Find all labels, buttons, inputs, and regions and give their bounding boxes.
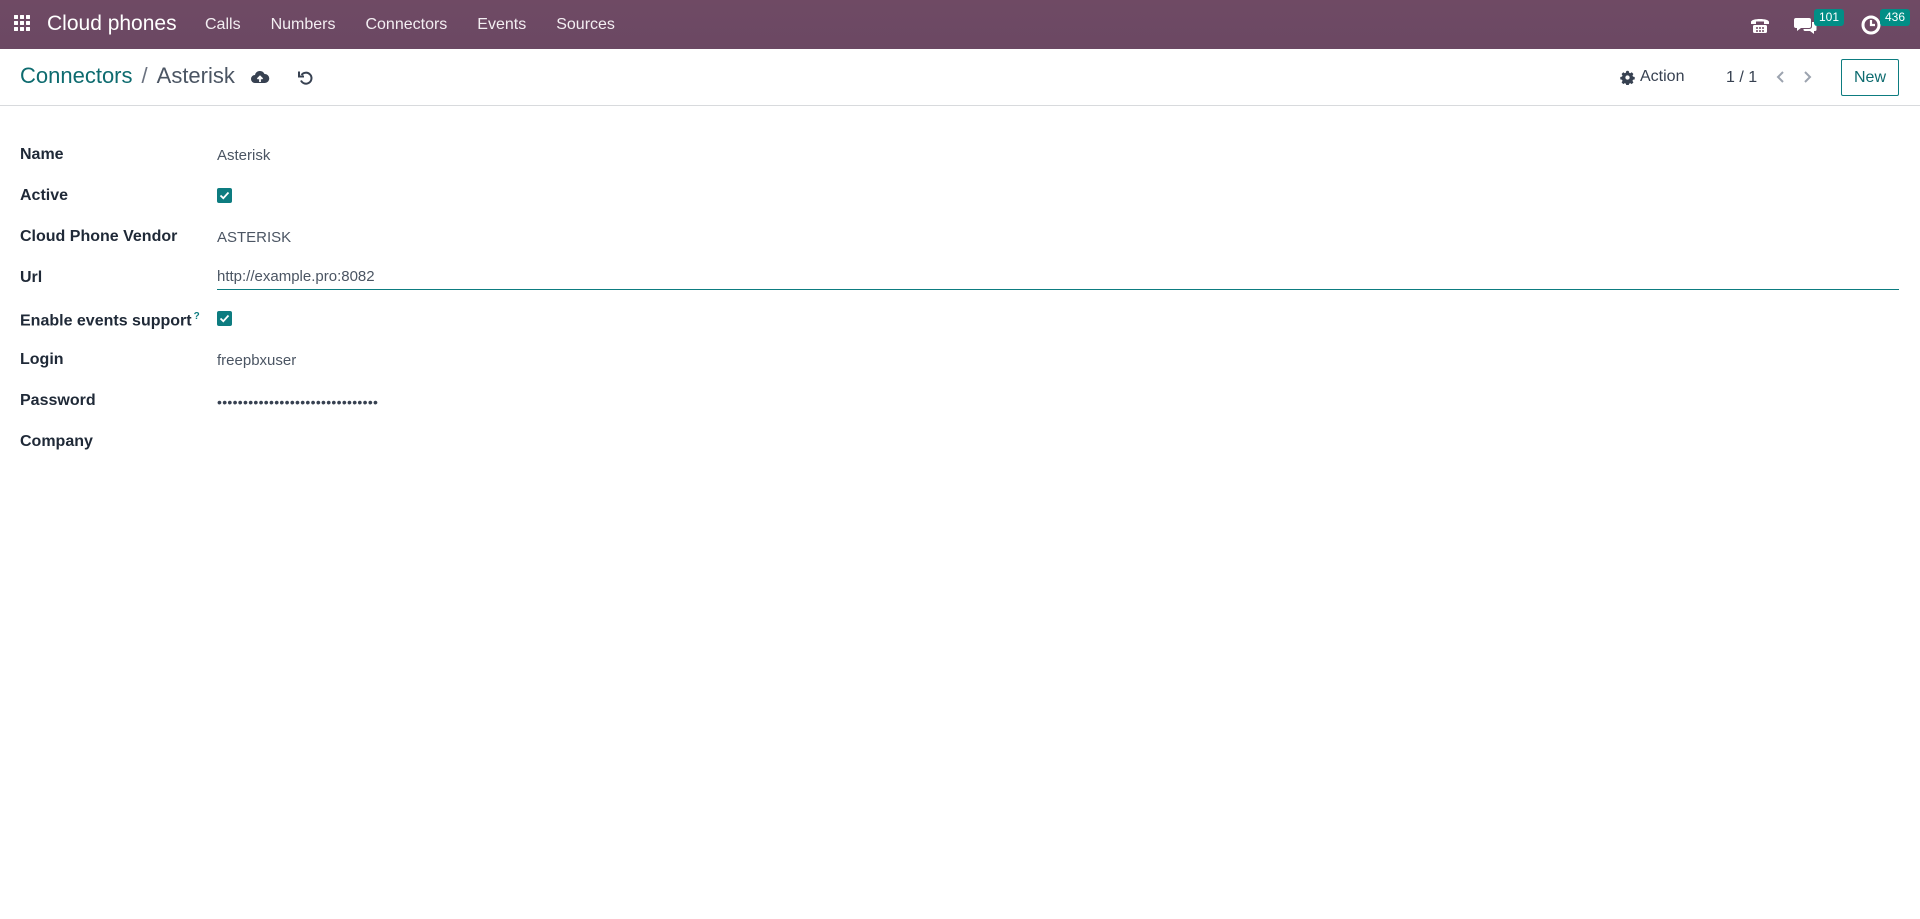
apps-menu-icon[interactable] — [14, 15, 32, 33]
pager-previous-icon[interactable] — [1773, 69, 1789, 85]
login-value[interactable]: freepbxuser — [217, 352, 296, 369]
menu-item-numbers[interactable]: Numbers — [256, 0, 351, 49]
main-menu: Calls Numbers Connectors Events Sources — [190, 0, 630, 49]
login-label: Login — [20, 351, 64, 368]
field-row-vendor: Cloud Phone Vendor ASTERISK — [0, 221, 1920, 255]
pager-next-icon[interactable] — [1799, 69, 1815, 85]
vendor-value[interactable]: ASTERISK — [217, 229, 291, 246]
app-brand[interactable]: Cloud phones — [47, 12, 177, 36]
top-navbar: Cloud phones Calls Numbers Connectors Ev… — [0, 0, 1920, 49]
breadcrumb-connectors-link[interactable]: Connectors — [20, 63, 133, 89]
breadcrumb: Connectors / Asterisk — [20, 63, 235, 89]
events-support-label-text: Enable events support — [20, 312, 192, 330]
menu-item-sources[interactable]: Sources — [541, 0, 630, 49]
url-label: Url — [20, 269, 43, 286]
control-panel: Connectors / Asterisk Action 1 / 1 New — [0, 49, 1920, 106]
menu-item-events[interactable]: Events — [462, 0, 541, 49]
action-label: Action — [1640, 68, 1685, 85]
field-row-url: Url — [0, 262, 1920, 296]
password-label: Password — [20, 392, 96, 409]
vendor-label: Cloud Phone Vendor — [20, 228, 178, 245]
field-row-company: Company — [0, 426, 1920, 460]
action-menu-button[interactable]: Action — [1620, 68, 1684, 86]
field-row-events-support: Enable events support? — [0, 303, 1920, 337]
company-label: Company — [20, 433, 93, 450]
field-row-active: Active — [0, 180, 1920, 214]
new-record-button[interactable]: New — [1841, 59, 1899, 96]
password-value[interactable]: ••••••••••••••••••••••••••••••• — [217, 394, 378, 410]
name-label: Name — [20, 146, 64, 163]
url-input[interactable] — [217, 264, 1899, 290]
field-row-password: Password ••••••••••••••••••••••••••••••• — [0, 385, 1920, 419]
discard-changes-icon[interactable] — [296, 68, 316, 88]
menu-item-connectors[interactable]: Connectors — [350, 0, 462, 49]
active-label: Active — [20, 187, 69, 204]
menu-item-calls[interactable]: Calls — [190, 0, 256, 49]
help-tooltip-icon[interactable]: ? — [194, 311, 200, 322]
events-support-checkbox[interactable] — [217, 311, 232, 326]
active-checkbox[interactable] — [217, 188, 232, 203]
breadcrumb-current: Asterisk — [156, 63, 235, 88]
field-row-login: Login freepbxuser — [0, 344, 1920, 378]
events-support-label: Enable events support? — [20, 311, 200, 330]
pager-value[interactable]: 1 / 1 — [1726, 69, 1757, 87]
gear-icon — [1620, 70, 1635, 85]
save-cloud-icon[interactable] — [250, 68, 270, 88]
messages-count-badge: 101 — [1814, 9, 1845, 26]
phone-icon[interactable] — [1748, 13, 1772, 37]
field-row-name: Name Asterisk — [0, 139, 1920, 173]
name-value[interactable]: Asterisk — [217, 147, 270, 164]
activities-count-badge: 436 — [1880, 9, 1911, 26]
breadcrumb-separator: / — [141, 63, 148, 88]
